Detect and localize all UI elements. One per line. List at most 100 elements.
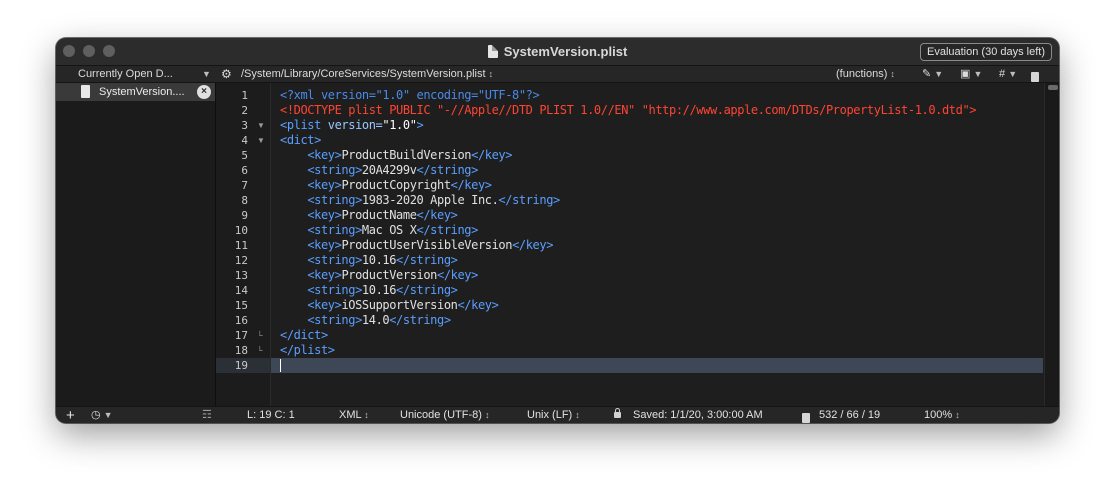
hash-menu[interactable]: # ▼ (999, 66, 1017, 82)
line-number: 12 (234, 254, 248, 267)
line-number: 19 (234, 359, 248, 372)
code-line[interactable]: <key>iOSSupportVersion</key> (280, 298, 499, 313)
code-line[interactable]: <key>ProductUserVisibleVersion</key> (280, 238, 553, 253)
hash-label: # (999, 68, 1006, 80)
encoding-popup[interactable]: Unicode (UTF-8) ↕ (400, 407, 489, 423)
line-number: 17 (234, 329, 248, 342)
updown-chevron-icon: ↕ (955, 410, 960, 420)
editor-window: SystemVersion.plist Evaluation (30 days … (56, 38, 1059, 423)
line-endings-label: Unix (LF) (527, 409, 573, 421)
document-menu[interactable]: ▣ ▼ (960, 66, 982, 82)
line-number: 8 (241, 194, 248, 207)
current-line-highlight (271, 358, 1043, 373)
code-line[interactable]: <string>1983-2020 Apple Inc.</string> (280, 193, 560, 208)
line-number: 10 (234, 224, 248, 237)
chevron-down-icon: ▼ (103, 410, 113, 420)
clock-icon: ◷ (91, 409, 101, 421)
open-documents-sidebar: SystemVersion.... × (56, 83, 216, 406)
gear-icon[interactable]: ⚙ (221, 66, 232, 82)
close-document-icon[interactable]: × (197, 85, 211, 99)
code-line[interactable]: <string>10.16</string> (280, 283, 458, 298)
updown-chevron-icon: ↕ (890, 69, 895, 79)
line-number: 18 (234, 344, 248, 357)
code-line[interactable]: <plist version="1.0"> (280, 118, 424, 133)
line-number: 15 (234, 299, 248, 312)
document-counts: 532 / 66 / 19 (819, 409, 881, 421)
scrollbar-thumb[interactable] (1048, 85, 1058, 90)
open-documents-menu[interactable]: Currently Open D... (78, 66, 173, 82)
document-icon (802, 410, 810, 423)
window-title-group: SystemVersion.plist (56, 38, 1059, 65)
vertical-scrollbar[interactable] (1044, 83, 1059, 406)
line-number: 5 (241, 149, 248, 162)
encoding-label: Unicode (UTF-8) (400, 409, 482, 421)
functions-label: (functions) (836, 68, 888, 80)
open-documents-label: Currently Open D... (78, 68, 173, 80)
line-number: 14 (234, 284, 248, 297)
sidebar-item-label: SystemVersion.... (99, 86, 185, 98)
fold-triangle-icon[interactable]: ▼ (257, 118, 265, 133)
updown-chevron-icon: ↕ (484, 410, 490, 420)
line-endings-popup[interactable]: Unix (LF) ↕ (527, 407, 580, 423)
code-line[interactable]: <string>20A4299v</string> (280, 163, 478, 178)
code-line[interactable]: <key>ProductBuildVersion</key> (280, 148, 512, 163)
evaluation-button[interactable]: Evaluation (30 days left) (919, 43, 1052, 61)
status-bar: + ◷ ▼ ☶ L: 19 C: 1 XML ↕ Unicode (UTF-8)… (56, 406, 1059, 423)
fold-end-icon[interactable]: └ (257, 343, 263, 358)
cursor-position[interactable]: L: 19 C: 1 (247, 407, 295, 423)
zoom-label: 100% (924, 409, 953, 421)
line-number: 7 (241, 179, 248, 192)
code-line[interactable]: <key>ProductName</key> (280, 208, 458, 223)
line-number: 2 (241, 104, 248, 117)
columns-icon[interactable]: ☶ (202, 407, 212, 423)
line-number: 6 (241, 164, 248, 177)
file-path: /System/Library/CoreServices/SystemVersi… (241, 68, 486, 80)
chevron-down-icon: ▼ (973, 69, 983, 79)
code-line[interactable]: </dict> (280, 328, 328, 343)
code-line[interactable]: <string>10.16</string> (280, 253, 458, 268)
code-line[interactable]: <!DOCTYPE plist PUBLIC "-//Apple//DTD PL… (280, 103, 977, 118)
saved-status: Saved: 1/1/20, 3:00:00 AM (633, 409, 763, 421)
updown-chevron-icon: ↕ (488, 69, 494, 79)
line-number: 16 (234, 314, 248, 327)
code-line[interactable]: <?xml version="1.0" encoding="UTF-8"?> (280, 88, 540, 103)
line-number: 1 (241, 89, 248, 102)
history-menu[interactable]: ◷ ▼ (91, 407, 113, 423)
path-popup[interactable]: /System/Library/CoreServices/SystemVersi… (241, 66, 493, 82)
language-popup[interactable]: XML ↕ (339, 407, 369, 423)
plus-icon[interactable]: + (66, 407, 75, 423)
code-line[interactable]: <dict> (280, 133, 321, 148)
line-number: 3 (241, 119, 248, 132)
pencil-menu[interactable]: ✎ ▼ (922, 66, 943, 82)
stack-icon: ▣ (960, 68, 971, 80)
code-line[interactable]: <string>Mac OS X</string> (280, 223, 478, 238)
code-editor[interactable]: <?xml version="1.0" encoding="UTF-8"?> <!… (271, 83, 1043, 406)
window-title: SystemVersion.plist (503, 44, 628, 59)
document-icon (81, 85, 90, 98)
code-line[interactable]: <string>14.0</string> (280, 313, 451, 328)
language-label: XML (339, 409, 362, 421)
lock-icon[interactable] (614, 407, 621, 423)
open-documents-chevron-icon[interactable]: ▼ (202, 66, 211, 82)
zoom-popup[interactable]: 100% ↕ (924, 407, 960, 423)
fold-end-icon[interactable]: └ (257, 328, 263, 343)
line-number: 9 (241, 209, 248, 222)
line-number-gutter: 1 2 3 ▼ 4 ▼ 5 6 7 8 9 10 11 12 13 14 15 16 17 └ 18 └ 19 (216, 83, 271, 406)
code-line[interactable]: <key>ProductCopyright</key> (280, 178, 492, 193)
text-caret (280, 359, 281, 372)
line-number: 4 (241, 134, 248, 147)
chevron-down-icon: ▼ (1008, 69, 1018, 79)
code-line[interactable]: <key>ProductVersion</key> (280, 268, 478, 283)
title-bar: SystemVersion.plist Evaluation (30 days … (56, 38, 1059, 66)
code-line[interactable]: </plist> (280, 343, 335, 358)
document-icon (487, 45, 498, 58)
toolbar: Currently Open D... ▼ ⚙ /System/Library/… (56, 66, 1059, 83)
updown-chevron-icon: ↕ (575, 410, 580, 420)
fold-triangle-icon[interactable]: ▼ (257, 133, 265, 148)
line-number: 13 (234, 269, 248, 282)
line-number: 11 (234, 239, 248, 252)
updown-chevron-icon: ↕ (364, 410, 369, 420)
sidebar-item-systemversion[interactable]: SystemVersion.... × (56, 83, 215, 101)
functions-popup[interactable]: (functions) ↕ (836, 66, 895, 82)
chevron-down-icon: ▼ (934, 69, 944, 79)
